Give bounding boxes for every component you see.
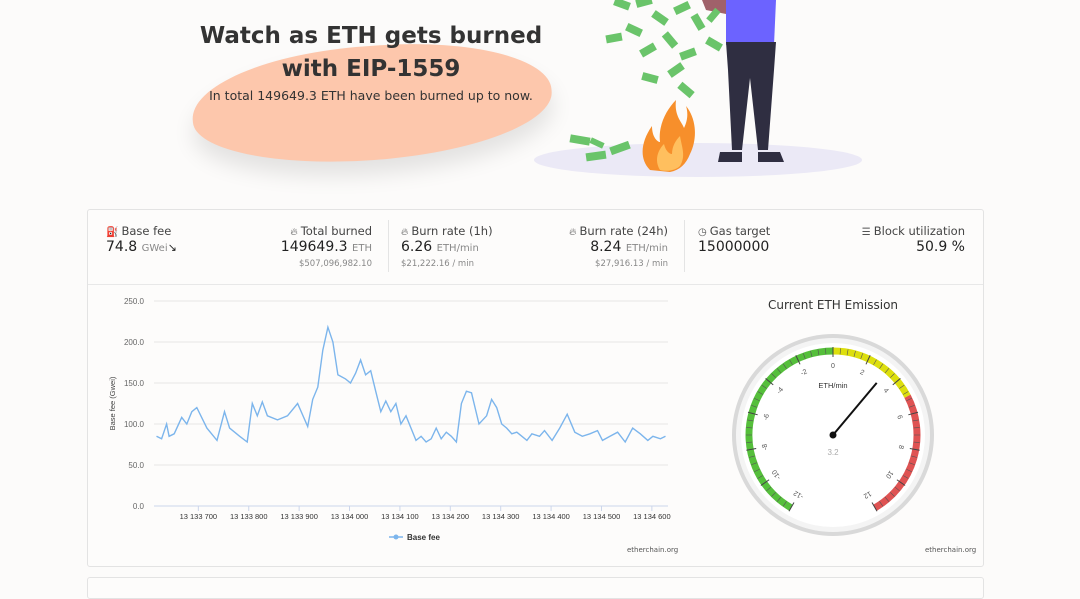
x-tick-label: 13 134 100	[381, 512, 419, 521]
stat-block-utilization-label: ☰ Block utilization	[861, 224, 965, 238]
stat-burn-rate-1h: 🔥︎ Burn rate (1h) 6.26 ETH/min $21,222.16…	[401, 210, 501, 284]
page-title: Watch as ETH gets burned with EIP-1559	[190, 20, 552, 86]
divider	[388, 220, 389, 272]
stat-burn-rate-1h-usd: $21,222.16 / min	[401, 259, 474, 269]
stat-base-fee-unit: GWei	[141, 243, 168, 254]
next-card	[87, 577, 984, 599]
stat-block-utilization: ☰ Block utilization 50.9 %	[848, 210, 965, 284]
legend-marker	[393, 534, 399, 540]
gas-pump-icon: ⛽	[106, 227, 119, 238]
stat-burn-rate-24h: 🔥︎ Burn rate (24h) 8.24 ETH/min $27,916.1…	[566, 210, 668, 284]
stat-base-fee: ⛽ Base fee 74.8 GWei↘	[106, 210, 186, 284]
stat-total-burned-value: 149649.3 ETH	[280, 239, 372, 255]
stat-gas-target-label: ◷ Gas target	[698, 224, 771, 238]
stat-burn-rate-24h-value: 8.24 ETH/min	[590, 239, 668, 255]
x-tick-label: 13 133 700	[180, 512, 218, 521]
y-tick-label: 150.0	[124, 379, 145, 388]
y-tick-label: 0.0	[133, 502, 145, 511]
divider	[684, 220, 685, 272]
trend-down-icon: ↘	[167, 241, 177, 254]
x-tick-label: 13 134 600	[633, 512, 671, 521]
burn-stats-card: ⛽ Base fee 74.8 GWei↘ 🔥︎ Total burned 1496…	[87, 209, 984, 567]
y-tick-label: 50.0	[128, 461, 144, 470]
gauge-title: Current ETH Emission	[767, 298, 899, 312]
y-axis-title: Base fee (Gwei)	[108, 376, 117, 430]
page-title-line-1: Watch as ETH gets burned	[199, 23, 543, 49]
stat-burn-rate-1h-label: 🔥︎ Burn rate (1h)	[401, 224, 493, 238]
x-tick-label: 13 134 200	[432, 512, 470, 521]
flame-icon: 🔥︎	[401, 227, 409, 238]
stat-gas-target-value: 15000000	[698, 239, 770, 255]
x-tick-label: 13 134 300	[482, 512, 520, 521]
stats-bar: ⛽ Base fee 74.8 GWei↘ 🔥︎ Total burned 1496…	[88, 210, 983, 285]
stat-burn-rate-1h-value: 6.26 ETH/min	[401, 239, 479, 255]
database-icon: ☰	[861, 227, 871, 238]
y-tick-label: 100.0	[124, 420, 145, 429]
gauge-pivot	[829, 431, 837, 439]
x-tick-label: 13 134 000	[331, 512, 369, 521]
page-title-line-2: with EIP-1559	[281, 56, 461, 82]
stat-burn-rate-24h-label: 🔥︎ Burn rate (24h)	[569, 224, 668, 238]
chart-credit[interactable]: etherchain.org	[627, 546, 678, 554]
series-line-base-fee	[156, 324, 666, 444]
gauge-credit[interactable]: etherchain.org	[925, 546, 976, 554]
stat-total-burned: 🔥︎ Total burned 149649.3 ETH $507,096,982…	[272, 210, 372, 284]
gauge-unit-label: ETH/min	[818, 381, 847, 390]
y-tick-label: 200.0	[124, 338, 145, 347]
stat-block-utilization-value: 50.9 %	[916, 239, 965, 255]
stat-total-burned-label: 🔥︎ Total burned	[290, 224, 372, 238]
gauge-icon: ◷	[698, 227, 707, 238]
x-tick-label: 13 133 900	[280, 512, 318, 521]
burning-money-illustration	[534, 0, 862, 177]
stat-total-burned-usd: $507,096,982.10	[298, 259, 372, 269]
gauge-value-label: 3.2	[827, 448, 839, 457]
stat-base-fee-value: 74.8 GWei↘	[106, 239, 177, 255]
total-burned-summary: In total 149649.3 ETH have been burned u…	[209, 88, 533, 103]
stat-gas-target: ◷ Gas target 15000000	[698, 210, 798, 284]
stat-base-fee-label: ⛽ Base fee	[106, 224, 172, 238]
base-fee-chart: 0.0 50.0 100.0 150.0 200.0 250.0 13 133 700 13 …	[108, 297, 671, 542]
stat-burn-rate-24h-usd: $27,916.13 / min	[595, 259, 668, 269]
gauge-tick-label: -8	[762, 443, 770, 450]
legend-label: Base fee	[407, 533, 440, 542]
x-tick-label: 13 134 500	[583, 512, 621, 521]
x-tick-label: 13 134 400	[532, 512, 570, 521]
y-tick-label: 250.0	[124, 297, 145, 306]
gauge-tick-label: 0	[831, 363, 835, 370]
flame-icon: 🔥︎	[569, 227, 577, 238]
hero-section: Watch as ETH gets burned with EIP-1559 I…	[0, 0, 1080, 200]
x-tick-label: 13 133 800	[230, 512, 268, 521]
flame-icon: 🔥︎	[290, 227, 298, 238]
eth-emission-gauge: -12-10-8-6-4-2024681012ETH/min3.2	[732, 334, 934, 536]
